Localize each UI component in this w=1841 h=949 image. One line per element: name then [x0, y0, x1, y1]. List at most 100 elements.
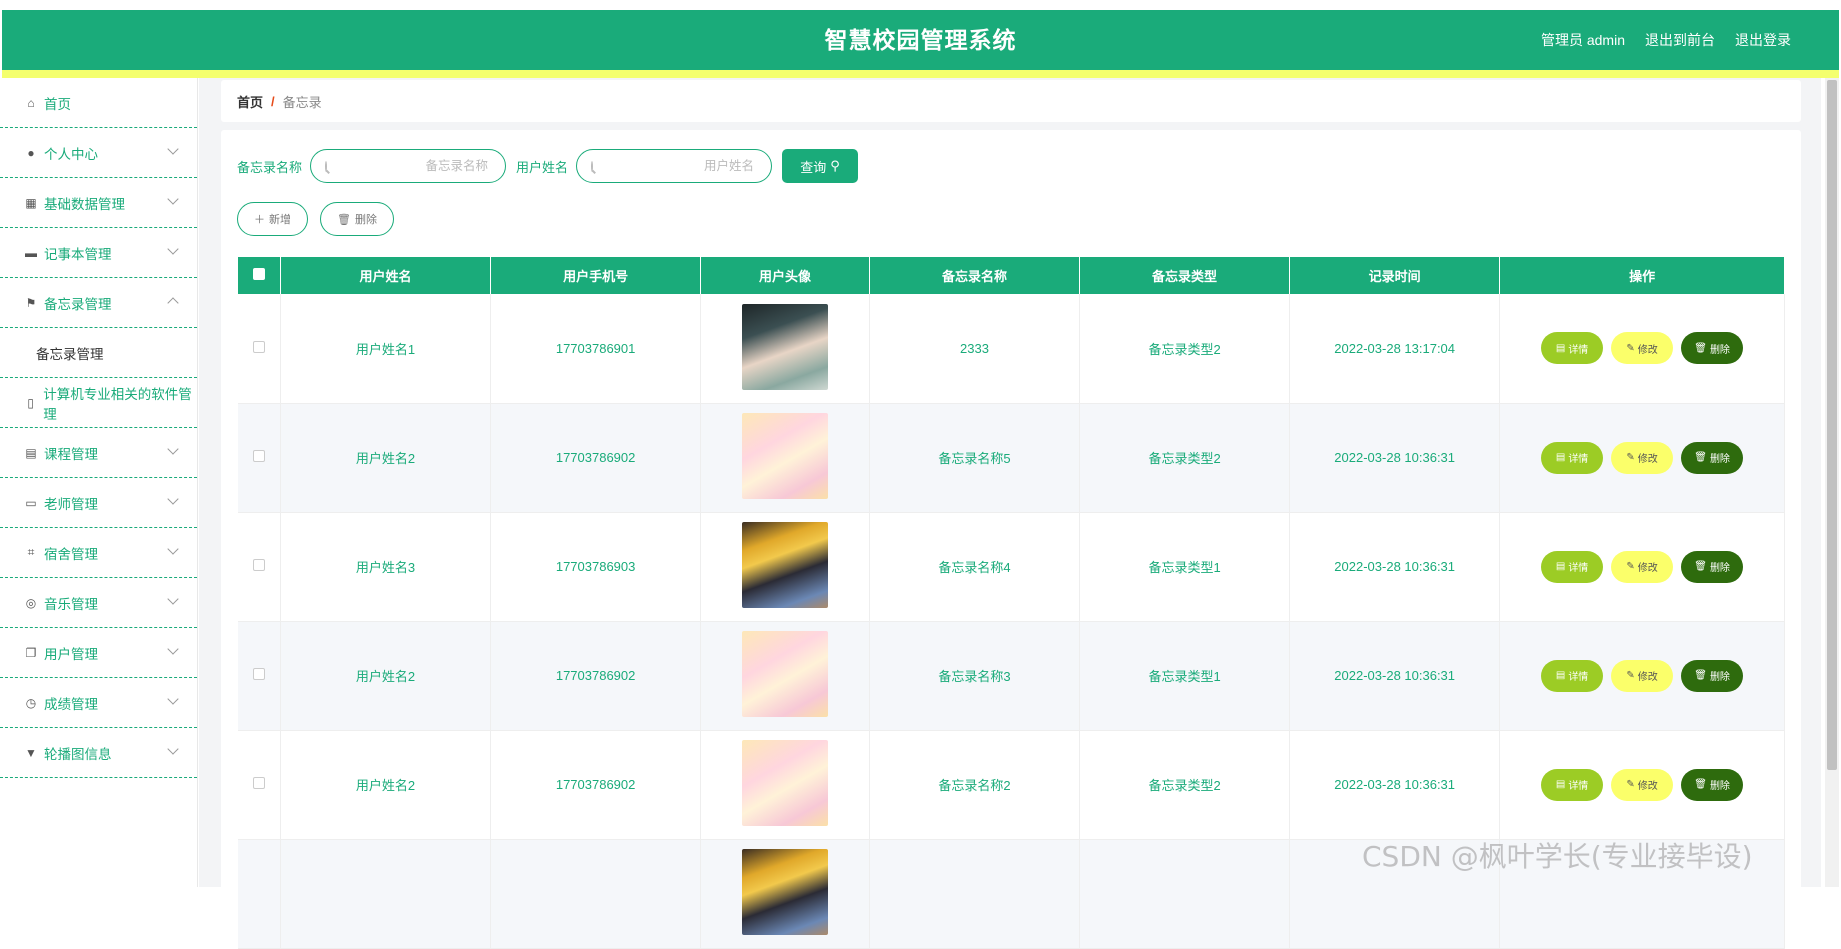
row-checkbox[interactable]: [252, 668, 265, 680]
delete-button[interactable]: 🗑 删除: [1681, 550, 1744, 583]
detail-button[interactable]: ▤ 详情: [1541, 768, 1604, 801]
row-checkbox[interactable]: [252, 340, 265, 353]
scrollbar-thumb[interactable]: [1827, 80, 1837, 770]
sidebar-item-software[interactable]: ▯ 计算机专业相关的软件管理: [0, 378, 197, 428]
add-button-label: 新增: [269, 214, 291, 226]
chevron-up-icon: [167, 297, 179, 309]
target-icon: ◎: [25, 595, 37, 610]
sidebar-item-label: 计算机专业相关的软件管理: [43, 386, 192, 422]
detail-button[interactable]: ▤ 详情: [1541, 659, 1604, 692]
sidebar-item-basic-data[interactable]: ▦ 基础数据管理: [0, 178, 197, 228]
memo-name-input[interactable]: [327, 159, 499, 173]
sidebar-item-dorm[interactable]: ⌗ 宿舍管理: [0, 528, 197, 578]
breadcrumb-separator: /: [271, 93, 275, 109]
user-icon: ●: [27, 145, 35, 160]
empty-cell: [280, 839, 492, 949]
sidebar-item-course[interactable]: ▤ 课程管理: [0, 428, 197, 478]
sidebar-item-notebook[interactable]: ▬ 记事本管理: [0, 228, 197, 278]
sidebar-item-home[interactable]: ⌂ 首页: [0, 78, 197, 128]
sidebar-item-profile[interactable]: ● 个人中心: [0, 128, 197, 178]
pencil-icon: ✎: [1626, 342, 1635, 354]
edit-label: 修改: [1637, 344, 1658, 356]
row-checkbox[interactable]: [252, 450, 265, 462]
grid-icon: ▦: [25, 195, 37, 210]
logout-link[interactable]: 退出登录: [1735, 30, 1791, 50]
sidebar-subitem-memo-manage[interactable]: 备忘录管理: [0, 328, 197, 378]
table-row: 用户姓名3 17703786903 备忘录名称4 备忘录类型1 2022-03-…: [238, 512, 1785, 622]
app-frame: 智慧校园管理系统 管理员 admin 退出到前台 退出登录 ⌂ 首页 ● 个人中…: [0, 0, 1841, 949]
trash-icon: 🗑: [1694, 342, 1707, 354]
edit-button[interactable]: ✎ 修改: [1611, 332, 1674, 365]
user-name-search: [576, 149, 773, 183]
sidebar-item-grade[interactable]: ◷ 成绩管理: [0, 678, 197, 728]
memo-name-cell: 备忘录名称2: [869, 730, 1081, 840]
top-bar: 智慧校园管理系统 管理员 admin 退出到前台 退出登录: [2, 10, 1839, 70]
avatar-cell: [700, 839, 870, 949]
sidebar-item-label: 宿舍管理: [44, 546, 98, 562]
delete-label: 删除: [1709, 563, 1730, 574]
clock-icon: ◷: [25, 695, 37, 710]
sidebar-item-music[interactable]: ◎ 音乐管理: [0, 578, 197, 628]
chevron-down-icon: [167, 543, 179, 555]
row-checkbox[interactable]: [252, 777, 265, 789]
document-icon: ▤: [1555, 452, 1566, 463]
record-time-cell: 2022-03-28 10:36:31: [1289, 512, 1501, 622]
phone-cell: 17703786902: [490, 621, 702, 731]
breadcrumb-current: 备忘录: [282, 94, 322, 110]
sidebar-item-label: 个人中心: [44, 146, 98, 162]
vertical-scrollbar[interactable]: [1825, 78, 1839, 887]
record-time-cell: 2022-03-28 10:36:31: [1289, 730, 1501, 840]
sidebar-item-label: 课程管理: [44, 446, 98, 462]
exit-to-front-link[interactable]: 退出到前台: [1645, 30, 1715, 50]
edit-label: 修改: [1637, 672, 1658, 683]
column-header: 用户头像: [700, 257, 870, 294]
chevron-down-icon: [167, 443, 179, 455]
select-all-checkbox[interactable]: [252, 268, 265, 280]
delete-button[interactable]: 🗑 删除: [1681, 332, 1744, 365]
admin-label[interactable]: 管理员 admin: [1541, 30, 1625, 50]
delete-button[interactable]: 🗑 删除: [1681, 768, 1744, 801]
sidebar-item-label: 成绩管理: [44, 696, 98, 712]
breadcrumb: 首页 / 备忘录: [221, 80, 1801, 122]
table-row: 用户姓名2 17703786902 备忘录名称2 备忘录类型2 2022-03-…: [238, 730, 1785, 840]
batch-delete-button[interactable]: 🗑 删除: [320, 202, 394, 236]
sidebar-item-memo[interactable]: ⚑ 备忘录管理: [0, 278, 197, 328]
record-time-cell: 2022-03-28 13:17:04: [1289, 294, 1501, 404]
edit-button[interactable]: ✎ 修改: [1611, 768, 1674, 801]
trash-icon: 🗑: [1694, 561, 1707, 572]
user-avatar: [742, 849, 829, 935]
edit-button[interactable]: ✎ 修改: [1611, 441, 1674, 474]
row-select-cell: [238, 294, 281, 404]
sidebar-item-label: 用户管理: [44, 646, 98, 662]
sidebar-item-carousel[interactable]: ▼ 轮播图信息: [0, 728, 197, 778]
document-icon: ▤: [1555, 779, 1566, 790]
user-name-cell: 用户姓名2: [280, 403, 492, 513]
trash-icon: 🗑: [1694, 452, 1707, 463]
id-card-icon: ▭: [25, 495, 37, 510]
query-button[interactable]: 查询 ⚲: [782, 149, 859, 183]
copy-icon: ❐: [25, 645, 37, 660]
empty-cell: [869, 839, 1081, 949]
search-icon: [325, 160, 328, 172]
delete-button[interactable]: 🗑 删除: [1681, 441, 1744, 474]
pencil-icon: ✎: [1626, 779, 1635, 790]
edit-button[interactable]: ✎ 修改: [1611, 550, 1674, 583]
detail-button[interactable]: ▤ 详情: [1541, 441, 1604, 474]
detail-button[interactable]: ▤ 详情: [1541, 550, 1604, 583]
pencil-icon: ✎: [1626, 452, 1635, 463]
phone-cell: 17703786903: [490, 512, 702, 622]
edit-label: 修改: [1637, 454, 1658, 465]
edit-button[interactable]: ✎ 修改: [1611, 659, 1674, 692]
table-row: 用户姓名2 17703786902 备忘录名称5 备忘录类型2 2022-03-…: [238, 403, 1785, 513]
breadcrumb-home[interactable]: 首页: [237, 92, 263, 111]
delete-button[interactable]: 🗑 删除: [1681, 659, 1744, 692]
sidebar-item-user[interactable]: ❐ 用户管理: [0, 628, 197, 678]
sidebar-item-teacher[interactable]: ▭ 老师管理: [0, 478, 197, 528]
column-header: 操作: [1499, 257, 1785, 294]
user-name-input[interactable]: [593, 159, 765, 173]
add-button[interactable]: ＋ 新增: [237, 202, 308, 236]
row-checkbox[interactable]: [252, 559, 265, 571]
select-all-cell: [238, 257, 281, 294]
detail-button[interactable]: ▤ 详情: [1541, 332, 1604, 365]
column-header: 用户手机号: [490, 257, 702, 294]
